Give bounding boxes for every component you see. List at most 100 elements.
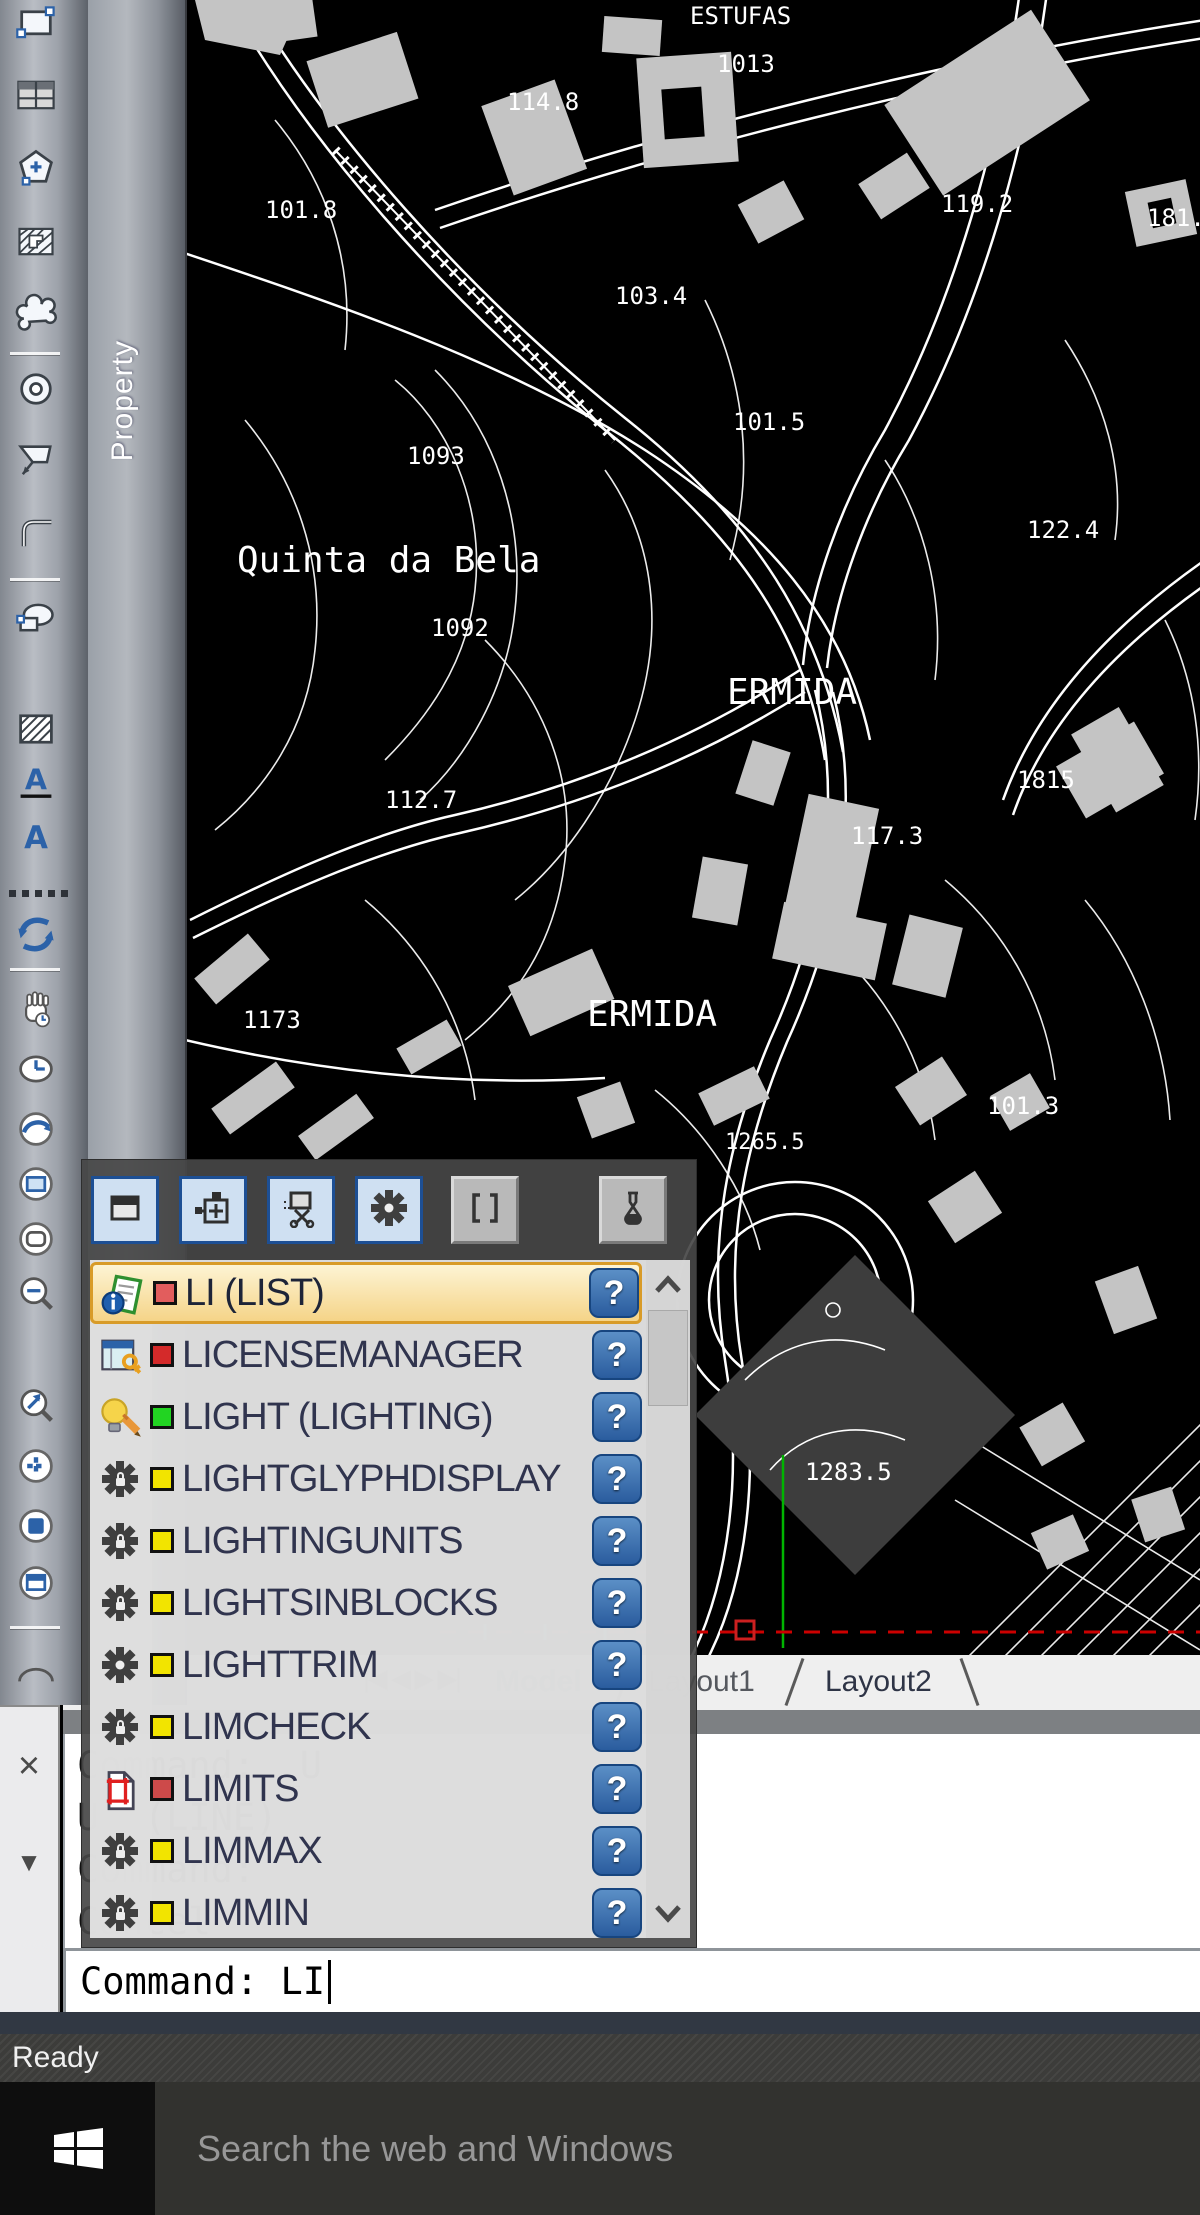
map-label: 101.8 [265,196,337,224]
status-text: Ready [12,2041,99,2075]
flask-icon [613,1188,653,1233]
help-button[interactable]: ? [592,1454,642,1504]
autocomplete-item-lightingunits[interactable]: LIGHTINGUNITS? [90,1510,642,1572]
region-icon [14,595,58,644]
map-label: 117.3 [851,822,923,850]
property-toolbar-title: Property [106,340,140,461]
windows-logo-icon [46,2117,110,2181]
command-label: LIGHTSINBLOCKS [182,1582,592,1625]
text-window-button[interactable] [91,1176,159,1244]
close-icon[interactable]: × [0,1747,58,1785]
help-button[interactable]: ? [592,1702,642,1752]
zoom-dynamic-icon [14,1384,58,1433]
zoom-center-button[interactable] [8,1443,64,1493]
taskbar-search[interactable]: Search the web and Windows [155,2082,1200,2215]
zoom-dynamic-button[interactable] [8,1383,64,1433]
gear-lock-icon [94,1888,146,1938]
region-button[interactable] [8,594,64,644]
autocomplete-item-licensemanager[interactable]: LICENSEMANAGER? [90,1324,642,1386]
map-label: 103.4 [615,282,687,310]
zoom-button[interactable] [8,1271,64,1321]
command-label: LIMITS [182,1768,592,1811]
fillet-button[interactable] [8,510,64,560]
command-label: LIMCHECK [182,1706,592,1749]
map-label: 1283.5 [805,1458,892,1486]
single-text-button[interactable]: A [8,814,64,864]
command-dock-bar: × ▼ [0,1705,60,2022]
brackets-button[interactable] [451,1176,519,1244]
hatch-button[interactable] [8,706,64,756]
help-button[interactable]: ? [592,1516,642,1566]
autocomplete-item-lightsinblocks[interactable]: LIGHTSINBLOCKS? [90,1572,642,1634]
boundary-hatch-button[interactable] [8,218,64,268]
leader-button[interactable] [8,438,64,488]
help-button[interactable]: ? [589,1268,639,1318]
help-button[interactable]: ? [592,1826,642,1876]
command-color-swatch [150,1343,174,1367]
revision-cloud-button[interactable] [8,290,64,340]
autocomplete-item-lighttrim[interactable]: LIGHTTRIM? [90,1634,642,1696]
autocomplete-item-limmin[interactable]: LIMMIN? [90,1882,642,1938]
help-button[interactable]: ? [592,1392,642,1442]
block-insert-button[interactable] [179,1176,247,1244]
view-button[interactable] [8,1216,64,1266]
map-label: 1092 [431,614,489,642]
screen-view-button[interactable] [8,1161,64,1211]
autocomplete-item-li[interactable]: LI (LIST)? [90,1262,642,1324]
time-button[interactable] [8,1046,64,1096]
table-button[interactable] [8,72,64,122]
map-label: 181.6 [1147,204,1200,232]
help-button[interactable]: ? [592,1330,642,1380]
orbit-button[interactable] [8,1106,64,1156]
command-label: LIGHTINGUNITS [182,1520,592,1563]
autocomplete-item-limits[interactable]: LIMITS? [90,1758,642,1820]
zoom-previous-button[interactable] [8,1560,64,1610]
search-placeholder: Search the web and Windows [197,2128,673,2170]
help-button[interactable]: ? [592,1578,642,1628]
scroll-thumb[interactable] [648,1310,688,1406]
command-input-row[interactable]: Command: LI [63,1948,1200,2012]
toolbar-grip-icon[interactable] [8,886,68,900]
single-text-icon: A [14,815,58,864]
donut-button[interactable] [8,366,64,416]
chevron-down-icon[interactable]: ▼ [0,1847,58,1878]
help-button[interactable]: ? [592,1640,642,1690]
popup-scrollbar[interactable] [646,1260,690,1938]
tab-layout2[interactable]: Layout2 [825,1665,932,1699]
start-button[interactable] [0,2082,155,2215]
command-input-text: Command: LI [80,1960,325,2003]
zoom-center-icon [14,1444,58,1493]
scroll-up-button[interactable] [646,1260,690,1310]
match-properties-icon [14,913,58,962]
gear-lock-icon [94,1702,146,1752]
text-caret [328,1960,331,2004]
command-color-swatch [150,1653,174,1677]
scroll-down-button[interactable] [646,1888,690,1938]
arc-button[interactable] [8,1643,64,1693]
gear-lock-icon [94,1516,146,1566]
screen-view-icon [14,1162,58,1211]
text-style-button[interactable]: A [8,760,64,810]
help-button[interactable]: ? [592,1764,642,1814]
donut-icon [14,367,58,416]
pan-button[interactable] [8,988,64,1038]
tab-divider [960,1658,980,1706]
system-variable-button[interactable] [355,1176,423,1244]
command-color-swatch [150,1529,174,1553]
autocomplete-item-limmax[interactable]: LIMMAX? [90,1820,642,1882]
polygon-button[interactable] [8,145,64,195]
autocomplete-list: LI (LIST)?LICENSEMANAGER?LIGHT (LIGHTING… [90,1260,690,1938]
zoom-window-button[interactable] [8,1503,64,1553]
clip-window-button[interactable] [267,1176,335,1244]
lightbulb-icon [94,1392,146,1442]
autocomplete-item-lightglyphdisplay[interactable]: LIGHTGLYPHDISPLAY? [90,1448,642,1510]
rectangle-tool-button[interactable] [8,2,64,52]
toolbar-separator [10,578,60,581]
match-properties-button[interactable] [8,912,64,962]
help-button[interactable]: ? [592,1888,642,1938]
experimental-button[interactable] [599,1176,667,1244]
left-toolbar: AA [0,0,89,1705]
autocomplete-item-limcheck[interactable]: LIMCHECK? [90,1696,642,1758]
hatch-icon [14,707,58,756]
autocomplete-item-light[interactable]: LIGHT (LIGHTING)? [90,1386,642,1448]
